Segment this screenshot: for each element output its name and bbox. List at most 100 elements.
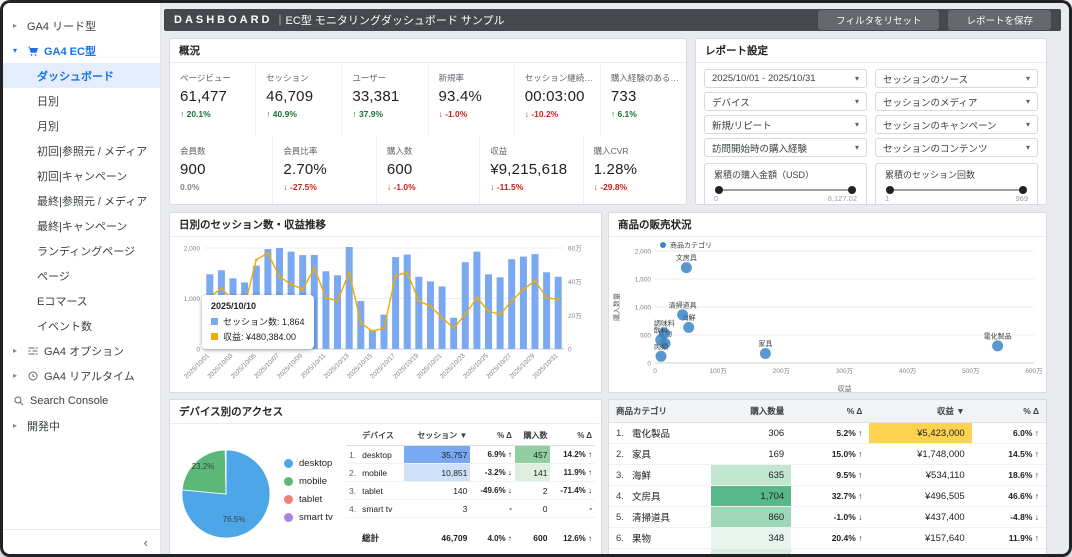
table-row[interactable]: 2. 家具 169 15.0% ↑ ¥1,748,000 14.5% ↑ [609, 443, 1046, 465]
kpi-label: 購入CVR [593, 146, 629, 156]
slider-handle-max[interactable] [1019, 186, 1027, 194]
sidebar-item-12[interactable]: イベント数 [3, 313, 160, 338]
table-row[interactable]: 4. smart tv 3 - 0 - [346, 499, 595, 518]
svg-text:500: 500 [640, 333, 651, 340]
sidebar-item-label: 日別 [37, 95, 59, 108]
slider-track[interactable] [886, 186, 1027, 194]
row-rank: 1. [609, 422, 625, 444]
sidebar-item-8[interactable]: 最終|キャンペーン [3, 213, 160, 238]
filter-select[interactable]: セッションのキャンペーン ▾ [875, 115, 1038, 134]
filter-select[interactable]: セッションのソース ▾ [875, 69, 1038, 88]
product-category-table: 商品カテゴリ 購入数量 % Δ 収益 ▼ % Δ 1. 電化製品 306 5.2… [609, 400, 1046, 554]
kpi-value: 1.28% [593, 161, 638, 178]
slider-handle-min[interactable] [715, 186, 723, 194]
collapse-sidebar-button[interactable]: ‹ [144, 535, 148, 550]
kpi-label: 会員比率 [283, 146, 318, 156]
legend-item[interactable]: desktop [284, 458, 333, 469]
sidebar-item-16[interactable]: ▸ 開発中 [3, 413, 160, 438]
legend-item[interactable]: mobile [284, 476, 333, 487]
sidebar-item-11[interactable]: Eコマース [3, 288, 160, 313]
report-settings-title: レポート設定 [696, 39, 1046, 63]
select-value: 訪問開始時の購入経験 [712, 143, 808, 155]
table-row[interactable]: 5. 清掃道具 860 -1.0% ↓ ¥437,400 -4.8% ↓ [609, 506, 1046, 528]
legend-item[interactable]: tablet [284, 494, 333, 505]
next-page-icon[interactable]: › [591, 553, 595, 555]
device-table-header[interactable]: % Δ [550, 426, 595, 446]
sidebar-item-2[interactable]: ダッシュボード [3, 63, 160, 88]
svg-text:500万: 500万 [962, 367, 980, 375]
slider-track[interactable] [715, 186, 856, 194]
slider-handle-max[interactable] [848, 186, 856, 194]
sidebar-item-9[interactable]: ランディングページ [3, 238, 160, 263]
sidebar-footer: ‹ [3, 529, 160, 554]
legend-label: mobile [299, 476, 327, 487]
date-range-select[interactable]: 2025/10/01 - 2025/10/31 ▾ [704, 69, 867, 88]
sidebar-item-4[interactable]: 月別 [3, 113, 160, 138]
slider-max: 8,127.02 [827, 194, 857, 203]
sidebar-item-label: 開発中 [27, 420, 60, 433]
options-icon [27, 345, 39, 357]
sessions-cell: 10,851 [403, 463, 471, 482]
product-scatter-panel: 商品の販売状況 0 500 1,000 1,500 2,000 0 100万 200万 300万… [608, 212, 1047, 393]
sidebar-item-label: 初回|参照元 / メディア [37, 145, 148, 158]
app-window: ▸ GA4 リード型 ▾ GA4 EC型 ダッシュボード日別月別初回|参照元 / メディ… [0, 0, 1072, 557]
slider-label: 累積の購入金額（USD） [714, 170, 815, 180]
sidebar-item-14[interactable]: ▸ GA4 リアルタイム [3, 363, 160, 388]
sidebar-item-13[interactable]: ▸ GA4 オプション [3, 338, 160, 363]
dashboard-title: ｜EC型 モニタリングダッシュボード サンプル [274, 15, 505, 27]
filter-select[interactable]: セッションのメディア ▾ [875, 92, 1038, 111]
save-report-button[interactable]: レポートを保存 [948, 10, 1051, 30]
chevron-right-icon: ▸ [13, 421, 18, 430]
table-row[interactable]: 1. 電化製品 306 5.2% ↑ ¥5,423,000 6.0% ↑ [609, 422, 1046, 444]
slider-handle-min[interactable] [886, 186, 894, 194]
sidebar-item-1[interactable]: ▾ GA4 EC型 [3, 38, 160, 63]
device-table-header[interactable]: セッション ▼ [403, 426, 471, 446]
sidebar-item-6[interactable]: 初回|キャンペーン [3, 163, 160, 188]
sessions-delta: - [470, 499, 515, 518]
kpi-row-1: ページビュー 61,477 ↑ 20.1% セッション 46,709 ↑ 40.… [170, 63, 686, 136]
filter-select[interactable]: セッションのコンテンツ ▾ [875, 138, 1038, 157]
sidebar-item-10[interactable]: ページ [3, 263, 160, 288]
reset-filters-button[interactable]: フィルタをリセット [818, 10, 940, 30]
table-row[interactable]: 7. 調味料 532 11.3% ↑ ¥149,055 6.6% ↑ [609, 548, 1046, 554]
table-row[interactable]: 4. 文房具 1,704 32.7% ↑ ¥496,505 46.6% ↑ [609, 485, 1046, 507]
svg-text:23.2%: 23.2% [192, 462, 215, 471]
slider-max: 969 [1015, 194, 1028, 203]
table-row[interactable]: 1. desktop 35,757 6.9% ↑ 457 14.2% ↑ [346, 445, 595, 464]
device-table-header[interactable]: % Δ [470, 426, 515, 446]
sidebar-item-3[interactable]: 日別 [3, 88, 160, 113]
chevron-down-icon: ▾ [1025, 120, 1030, 129]
sidebar-item-0[interactable]: ▸ GA4 リード型 [3, 13, 160, 38]
sidebar-item-7[interactable]: 最終|参照元 / メディア [3, 188, 160, 213]
category-name: 果物 [625, 527, 712, 549]
legend-item[interactable]: smart tv [284, 512, 333, 523]
kpi-value: 733 [610, 88, 637, 105]
product-col-qty[interactable]: 購入数量 [711, 400, 792, 423]
product-scatter-chart[interactable]: 0 500 1,000 1,500 2,000 0 100万 200万 300万 400万 500万… [609, 237, 1046, 393]
sidebar-item-label: GA4 オプション [44, 345, 125, 358]
product-col-revenue[interactable]: 収益 ▼ [869, 400, 972, 423]
device-pie-chart[interactable]: 76.5% 23.2% [178, 436, 278, 546]
sidebar-item-5[interactable]: 初回|参照元 / メディア [3, 138, 160, 163]
filter-select[interactable]: デバイス ▾ [704, 92, 867, 111]
kpi-label: セッション [266, 73, 309, 83]
kpi-metric: 収益 ¥9,215,618 ↓ -11.5% [480, 136, 584, 204]
table-row[interactable]: 6. 果物 348 20.4% ↑ ¥157,640 11.9% ↑ [609, 527, 1046, 549]
table-row[interactable]: 3. tablet 140 -49.6% ↓ 2 -71.4% ↓ [346, 481, 595, 500]
product-col-category[interactable]: 商品カテゴリ [609, 400, 712, 423]
row-rank: 6. [609, 527, 625, 549]
product-col-qty-delta[interactable]: % Δ [791, 400, 870, 423]
sidebar-item-label: Eコマース [37, 295, 88, 308]
svg-text:76.5%: 76.5% [223, 515, 246, 524]
device-table-header[interactable]: デバイス [359, 426, 404, 446]
filter-select[interactable]: 新規/リピート ▾ [704, 115, 867, 134]
sidebar-item-label: ページ [37, 270, 70, 283]
product-col-rev-delta[interactable]: % Δ [971, 400, 1046, 423]
table-row[interactable]: 3. 海鮮 635 9.5% ↑ ¥534,110 18.6% ↑ [609, 464, 1046, 486]
device-name: desktop [359, 445, 404, 464]
device-table-header[interactable]: 購入数 [514, 426, 551, 446]
table-row[interactable]: 2. mobile 10,851 -3.2% ↓ 141 11.9% ↑ [346, 463, 595, 482]
filter-select[interactable]: 訪問開始時の購入経験 ▾ [704, 138, 867, 157]
prev-page-icon[interactable]: ‹ [578, 553, 582, 555]
sidebar-item-15[interactable]: Search Console [3, 388, 160, 413]
